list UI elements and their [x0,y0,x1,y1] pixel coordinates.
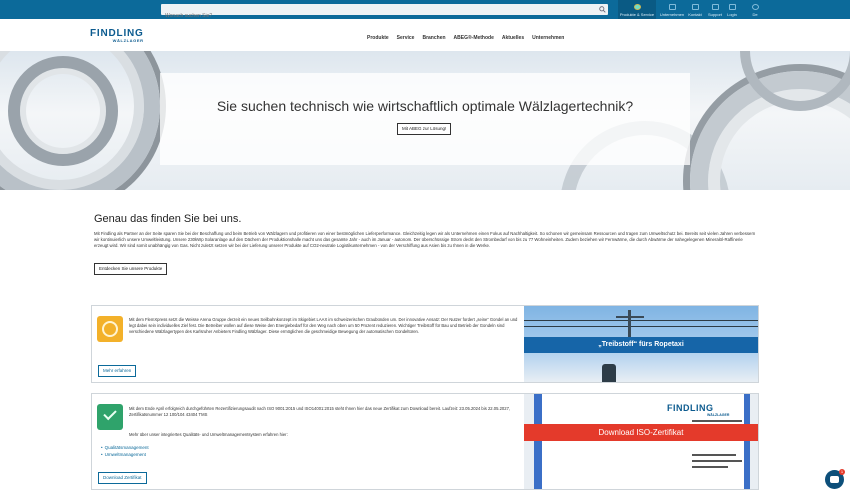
topnav-language[interactable]: De [748,0,762,19]
card-subtext: Mehr über unser integriertes Qualitäts- … [129,432,288,437]
main-nav: Produkte Service Branchen ABEG®-Methode … [367,35,564,41]
bearing-badge-icon [97,316,123,342]
certificate-image[interactable]: FINDLING WÄLZLAGER Download ISO-Zertifik… [524,394,758,489]
card-text: Mit dem FlemXpress setzt die Weisse Aren… [129,317,518,334]
findling-logo[interactable]: FINDLING WÄLZLAGER [90,28,144,43]
abeg-solution-button[interactable]: Mit ABEG zur Lösung! [397,123,452,135]
quality-management-link[interactable]: Qualitätsmanagement [101,444,149,451]
nav-item-service[interactable]: Service [397,35,415,41]
logo-sub: WÄLZLAGER [112,38,144,43]
intro-heading: Genau das finden Sie bei uns. [94,213,242,225]
discover-products-button[interactable]: Entdecken Sie unsere Produkte [94,263,168,275]
ropetaxi-image[interactable]: „Treibstoff“ fürs Ropetaxi [524,306,758,382]
user-icon [728,4,736,10]
iso-certificate-card: Mit dem Ende April erfolgreich durchgefü… [91,393,759,490]
notification-badge: 1 [839,469,845,475]
topnav-label: De [752,12,758,17]
topnav-label: Unternehmen [659,12,685,17]
image-banner: „Treibstoff“ fürs Ropetaxi [524,337,758,353]
topnav-label: Login [727,12,737,17]
topnav-label: Kontakt [688,12,702,17]
image-banner: Download ISO-Zertifikat [524,424,758,441]
bearing-image [8,56,118,166]
ropetaxi-teaser-card: Mit dem FlemXpress setzt die Weisse Aren… [91,305,759,383]
topnav-support[interactable]: Support [705,0,725,19]
certificate-check-icon [97,404,123,430]
nav-item-abeg-method[interactable]: ABEG®-Methode [454,35,494,41]
search-bar[interactable] [161,4,608,22]
topnav-login[interactable]: Login [725,0,739,19]
hero-overlay: Sie suchen technisch wie wirtschaftlich … [160,73,690,165]
nav-item-industries[interactable]: Branchen [422,35,445,41]
headset-icon [668,4,676,10]
topnav-label: Produkte & Service [619,12,655,17]
search-icon[interactable] [599,6,606,13]
intro-text: Mit Findling als Partner an der Seite sp… [94,231,756,249]
grid-icon [711,4,719,10]
hero-banner: Sie suchen technisch wie wirtschaftlich … [0,51,850,190]
gondola-image [602,364,616,382]
doc-logo-sub: WÄLZLAGER [707,413,730,417]
globe-icon [751,4,759,10]
site-header: FINDLING WÄLZLAGER Produkte Service Bran… [0,19,850,51]
link-list: Qualitätsmanagement Umweltmanagement [101,444,149,458]
phone-icon [691,4,699,10]
topnav-company[interactable]: Unternehmen [658,0,686,19]
topnav-contact[interactable]: Kontakt [686,0,704,19]
certificate-document: FINDLING WÄLZLAGER [534,394,750,489]
top-bar: Produkte & Service Unternehmen Kontakt S… [0,0,850,22]
nav-item-products[interactable]: Produkte [367,35,389,41]
doc-logo-main: FINDLING [667,403,714,413]
nav-item-news[interactable]: Aktuelles [502,35,524,41]
hero-title: Sie suchen technisch wie wirtschaftlich … [216,98,634,114]
card-text: Mit dem Ende April erfolgreich durchgefü… [129,406,511,417]
topnav-products-service[interactable]: Produkte & Service [618,0,656,19]
environment-management-link[interactable]: Umweltmanagement [101,451,149,458]
chat-icon [830,476,839,483]
bearing-icon [633,4,641,10]
nav-item-company[interactable]: Unternehmen [532,35,564,41]
chat-button[interactable]: 1 [825,469,845,489]
topnav-label: Support [707,12,722,17]
learn-more-button[interactable]: Mehr erfahren [98,365,137,377]
download-certificate-button[interactable]: Download Zertifikat [98,472,147,484]
